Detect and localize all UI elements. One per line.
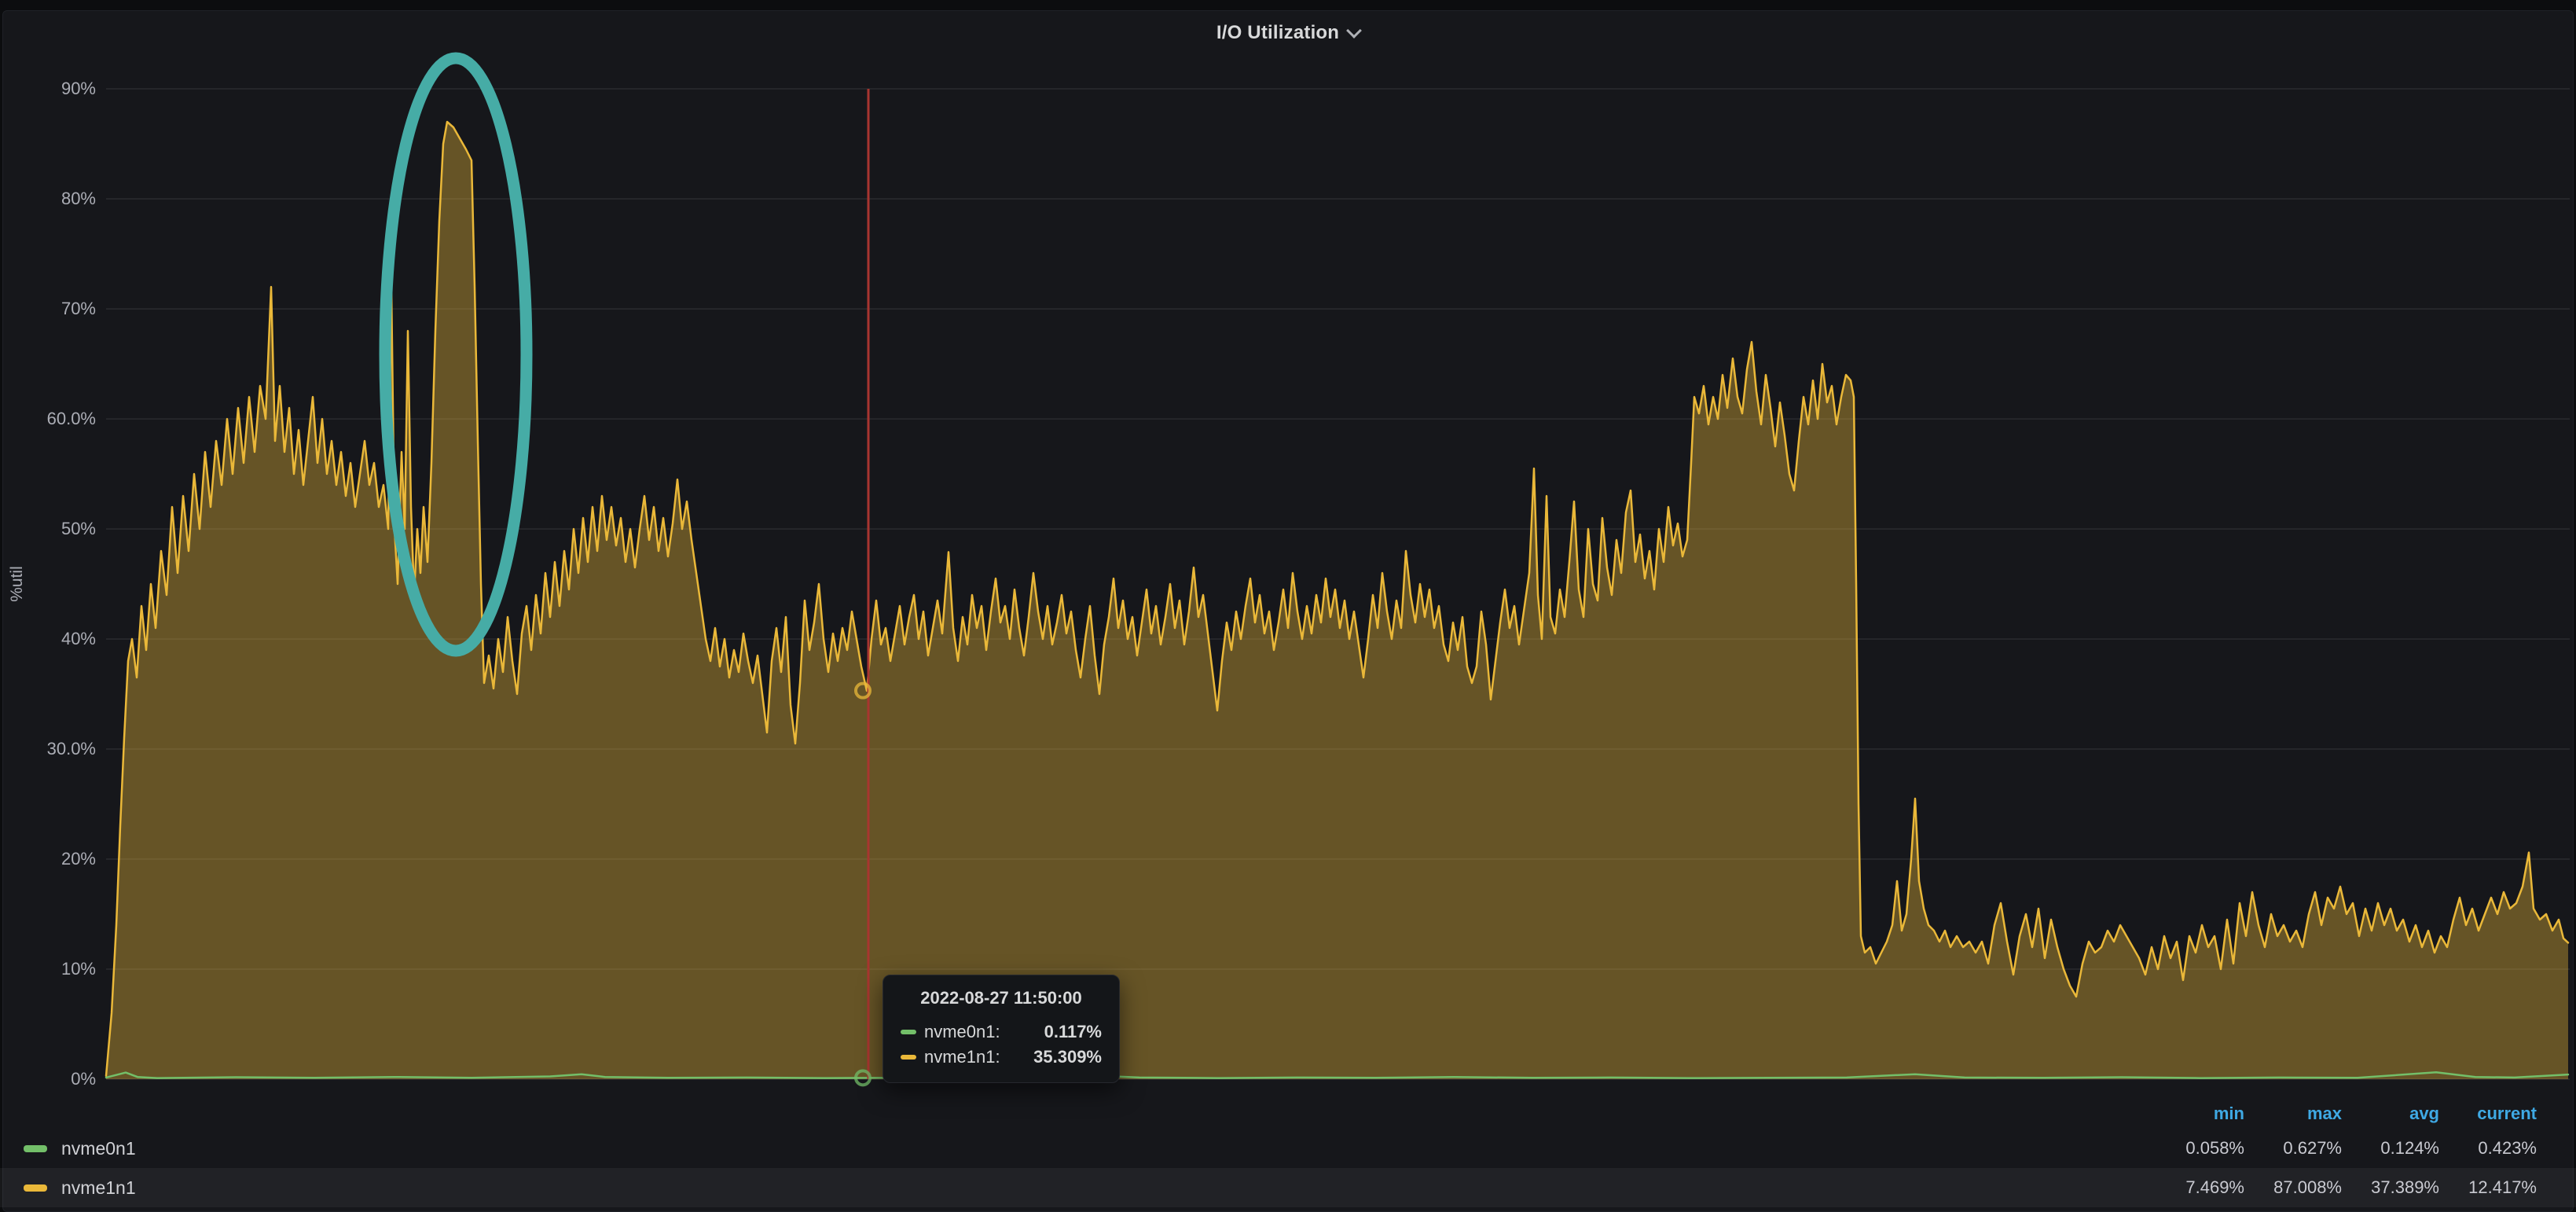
panel-header[interactable]: I/O Utilization xyxy=(0,10,2576,56)
legend: min max avg current nvme0n1 0.058% 0.627… xyxy=(0,1099,2576,1212)
y-tick-label: 60.0% xyxy=(0,408,96,430)
tooltip-row-nvme0n1: nvme0n1: 0.117% xyxy=(901,1019,1102,1045)
y-tick-label: 40% xyxy=(0,628,96,650)
y-tick-label: 90% xyxy=(0,78,96,100)
y-tick-label: 70% xyxy=(0,298,96,320)
y-tick-label: 50% xyxy=(0,518,96,540)
tooltip-row-nvme1n1: nvme1n1: 35.309% xyxy=(901,1045,1102,1070)
y-tick-label: 0% xyxy=(0,1068,96,1090)
stat-avg: 37.389% xyxy=(2342,1177,2439,1198)
tooltip-series-value: 0.117% xyxy=(1044,1022,1102,1042)
series-swatch-icon[interactable] xyxy=(24,1145,47,1152)
chevron-down-icon xyxy=(1346,23,1362,39)
legend-row-nvme1n1[interactable]: nvme1n1 7.469% 87.008% 37.389% 12.417% xyxy=(0,1168,2576,1207)
panel-title: I/O Utilization xyxy=(1216,22,1339,44)
series-swatch-icon[interactable] xyxy=(24,1184,47,1192)
stat-avg: 0.124% xyxy=(2342,1138,2439,1159)
tooltip-series-label: nvme1n1: xyxy=(924,1047,1000,1067)
legend-header-avg[interactable]: avg xyxy=(2342,1104,2439,1124)
stat-min: 7.469% xyxy=(2147,1177,2244,1198)
stat-current: 12.417% xyxy=(2439,1177,2537,1198)
legend-row-nvme0n1[interactable]: nvme0n1 0.058% 0.627% 0.124% 0.423% xyxy=(0,1129,2576,1168)
y-axis-label: %util xyxy=(8,545,27,623)
y-tick-label: 10% xyxy=(0,958,96,980)
crosshair-tooltip: 2022-08-27 11:50:00 nvme0n1: 0.117% nvme… xyxy=(883,975,1120,1083)
legend-header-current[interactable]: current xyxy=(2439,1104,2537,1124)
y-tick-label: 30.0% xyxy=(0,738,96,760)
series-swatch-icon xyxy=(901,1030,916,1034)
legend-series-name[interactable]: nvme1n1 xyxy=(61,1177,136,1199)
y-tick-label: 80% xyxy=(0,188,96,210)
stat-current: 0.423% xyxy=(2439,1138,2537,1159)
timeseries-canvas[interactable] xyxy=(0,0,2576,1212)
legend-series-name[interactable]: nvme0n1 xyxy=(61,1138,136,1159)
stat-max: 87.008% xyxy=(2244,1177,2342,1198)
legend-header-min[interactable]: min xyxy=(2147,1104,2244,1124)
stat-min: 0.058% xyxy=(2147,1138,2244,1159)
tooltip-series-label: nvme0n1: xyxy=(924,1022,1000,1042)
series-swatch-icon xyxy=(901,1055,916,1060)
tooltip-series-value: 35.309% xyxy=(1033,1047,1102,1067)
tooltip-timestamp: 2022-08-27 11:50:00 xyxy=(901,988,1102,1008)
legend-header-max[interactable]: max xyxy=(2244,1104,2342,1124)
y-tick-label: 20% xyxy=(0,848,96,870)
legend-header: min max avg current xyxy=(0,1099,2576,1129)
stat-max: 0.627% xyxy=(2244,1138,2342,1159)
